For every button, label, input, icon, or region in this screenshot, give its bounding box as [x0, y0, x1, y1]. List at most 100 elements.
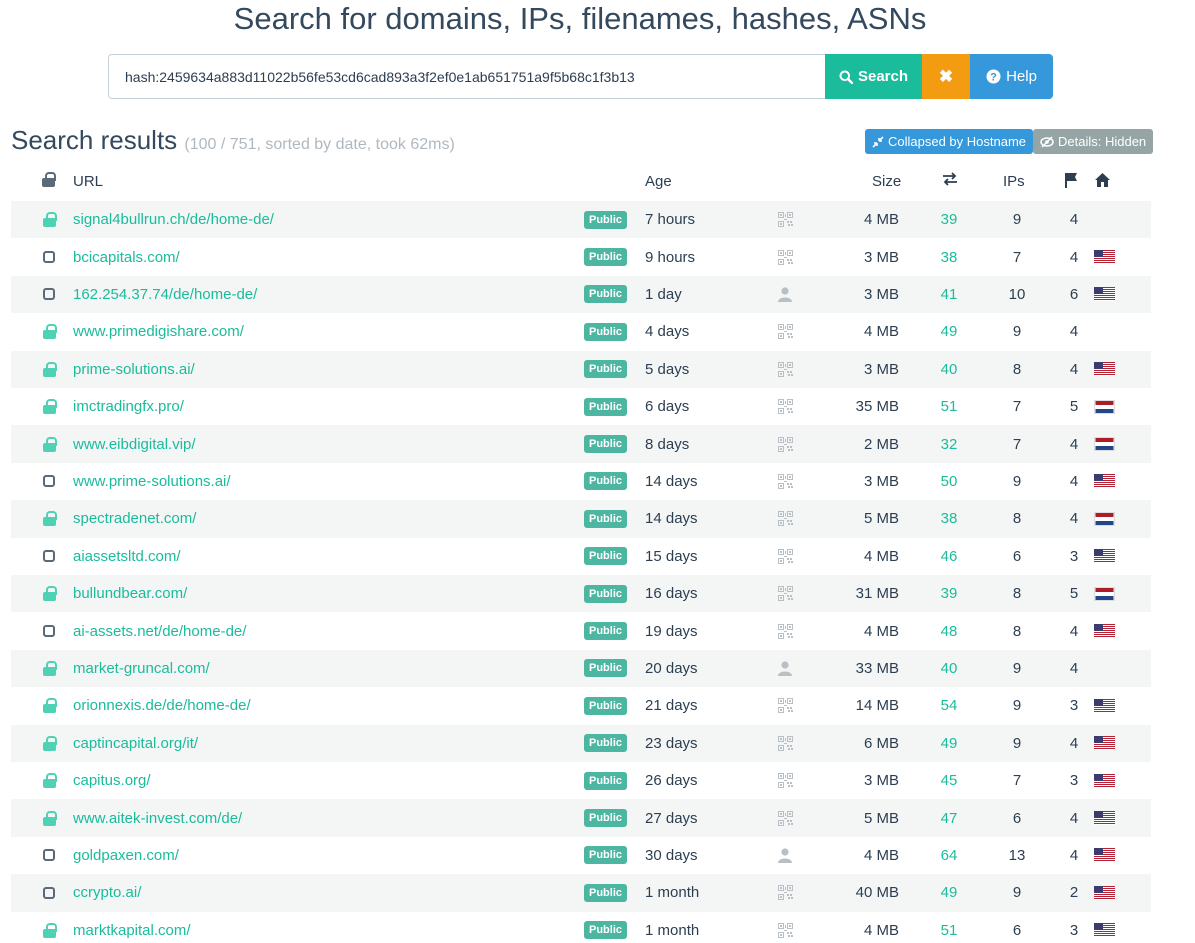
result-url-link[interactable]: goldpaxen.com/	[73, 837, 179, 874]
visibility-cell: Public	[584, 725, 628, 762]
requests-cell[interactable]: 51	[931, 912, 967, 943]
table-row[interactable]: imctradingfx.pro/Public 6 days 35 MB 51 7 5	[11, 388, 1151, 425]
table-row[interactable]: orionnexis.de/de/home-de/Public 21 days 14…	[11, 687, 1151, 724]
table-row[interactable]: www.aitek-invest.com/de/Public 27 days 5 M…	[11, 799, 1151, 837]
type-icon-cell[interactable]	[777, 201, 793, 238]
type-icon-cell[interactable]	[777, 500, 793, 537]
type-icon-cell[interactable]	[777, 650, 793, 687]
type-icon-cell[interactable]	[777, 799, 793, 836]
col-age-header[interactable]: Age	[645, 172, 672, 192]
requests-cell[interactable]: 48	[931, 612, 967, 649]
requests-cell[interactable]: 49	[931, 313, 967, 350]
requests-cell[interactable]: 39	[931, 575, 967, 612]
result-url-link[interactable]: spectradenet.com/	[73, 500, 196, 537]
table-row[interactable]: 162.254.37.74/de/home-de/Public 1 day 3 MB…	[11, 275, 1151, 314]
table-row[interactable]: prime-solutions.ai/Public 5 days 3 MB 40 8 4	[11, 350, 1151, 388]
type-icon-cell[interactable]	[777, 238, 793, 275]
lock-icon	[42, 399, 57, 415]
table-row[interactable]: www.primedigishare.com/Public 4 days 4 MB 4…	[11, 313, 1151, 350]
clear-button[interactable]: ✖	[922, 54, 970, 99]
table-row[interactable]: spectradenet.com/Public 14 days 5 MB 38 8 4	[11, 500, 1151, 538]
unlock-icon	[43, 550, 55, 563]
qrcode-icon	[777, 735, 793, 751]
requests-cell[interactable]: 49	[931, 725, 967, 762]
details-toggle-button[interactable]: Details: Hidden	[1033, 129, 1154, 154]
requests-cell[interactable]: 38	[931, 238, 967, 275]
col-url-header[interactable]: URL	[73, 172, 103, 192]
type-icon-cell[interactable]	[777, 388, 793, 425]
table-row[interactable]: market-gruncal.com/Public 20 days 33 MB 40 9…	[11, 649, 1151, 688]
requests-cell[interactable]: 64	[931, 837, 967, 874]
type-icon-cell[interactable]	[777, 874, 793, 911]
result-url-link[interactable]: signal4bullrun.ch/de/home-de/	[73, 201, 274, 238]
table-row[interactable]: ai-assets.net/de/home-de/Public 19 days 4 …	[11, 612, 1151, 649]
collapse-toggle-button[interactable]: Collapsed by Hostname	[865, 129, 1034, 154]
requests-cell[interactable]: 49	[931, 874, 967, 911]
result-url-link[interactable]: 162.254.37.74/de/home-de/	[73, 276, 257, 313]
requests-cell[interactable]: 45	[931, 762, 967, 799]
type-icon-cell[interactable]	[777, 351, 793, 388]
result-url-link[interactable]: orionnexis.de/de/home-de/	[73, 687, 251, 724]
col-size-header[interactable]: Size	[872, 172, 901, 192]
type-icon-cell[interactable]	[777, 837, 793, 874]
requests-cell[interactable]: 39	[931, 201, 967, 238]
type-icon-cell[interactable]	[777, 463, 793, 500]
requests-cell[interactable]: 47	[931, 799, 967, 836]
table-row[interactable]: bcicapitals.com/Public 9 hours 3 MB 38 7 4	[11, 238, 1151, 275]
requests-cell[interactable]: 50	[931, 463, 967, 500]
requests-cell[interactable]: 40	[931, 650, 967, 687]
requests-cell[interactable]: 40	[931, 351, 967, 388]
result-url-link[interactable]: aiassetsltd.com/	[73, 538, 181, 575]
result-url-link[interactable]: bullundbear.com/	[73, 575, 187, 612]
type-icon-cell[interactable]	[777, 276, 793, 313]
table-row[interactable]: bullundbear.com/Public 16 days 31 MB 39 8 5	[11, 575, 1151, 613]
result-url-link[interactable]: www.primedigishare.com/	[73, 313, 244, 350]
table-row[interactable]: marktkapital.com/Public 1 month 4 MB 51 6 3	[11, 912, 1151, 943]
requests-cell[interactable]: 38	[931, 500, 967, 537]
table-row[interactable]: goldpaxen.com/Public 30 days 4 MB 64 13 4	[11, 837, 1151, 874]
col-ips-header[interactable]: IPs	[1003, 172, 1025, 192]
type-icon-cell[interactable]	[777, 725, 793, 762]
result-url-link[interactable]: www.prime-solutions.ai/	[73, 463, 231, 500]
result-url-link[interactable]: capitus.org/	[73, 762, 151, 799]
results-heading: Search results (100 / 751, sorted by dat…	[11, 124, 455, 161]
type-icon-cell[interactable]	[777, 425, 793, 462]
result-url-link[interactable]: ccrypto.ai/	[73, 874, 141, 911]
requests-cell[interactable]: 41	[931, 276, 967, 313]
result-url-link[interactable]: market-gruncal.com/	[73, 650, 210, 687]
type-icon-cell[interactable]	[777, 687, 793, 724]
col-countries-header[interactable]	[1064, 172, 1078, 192]
table-row[interactable]: www.prime-solutions.ai/Public 14 days 3 MB…	[11, 463, 1151, 500]
type-icon-cell[interactable]	[777, 612, 793, 649]
age-cell: 1 day	[645, 285, 682, 303]
result-url-link[interactable]: marktkapital.com/	[73, 912, 191, 943]
table-row[interactable]: capitus.org/Public 26 days 3 MB 45 7 3	[11, 762, 1151, 799]
requests-cell[interactable]: 54	[931, 687, 967, 724]
requests-cell[interactable]: 32	[931, 425, 967, 462]
search-input[interactable]	[108, 54, 825, 99]
type-icon-cell[interactable]	[777, 575, 793, 612]
result-url-link[interactable]: imctradingfx.pro/	[73, 388, 184, 425]
table-row[interactable]: aiassetsltd.com/Public 15 days 4 MB 46 6 3	[11, 538, 1151, 575]
result-url-link[interactable]: www.eibdigital.vip/	[73, 425, 196, 462]
table-row[interactable]: signal4bullrun.ch/de/home-de/Public 7 hou…	[11, 201, 1151, 239]
table-row[interactable]: www.eibdigital.vip/Public 8 days 2 MB 32 7 4	[11, 425, 1151, 463]
requests-cell[interactable]: 46	[931, 538, 967, 575]
help-button[interactable]: ? Help	[970, 54, 1053, 99]
type-icon-cell[interactable]	[777, 762, 793, 799]
type-icon-cell[interactable]	[777, 538, 793, 575]
result-url-link[interactable]: captincapital.org/it/	[73, 725, 198, 762]
col-requests-header[interactable]	[942, 172, 958, 192]
table-row[interactable]: captincapital.org/it/Public 23 days 6 MB 49…	[11, 724, 1151, 762]
col-domain-header[interactable]	[1094, 172, 1111, 192]
type-icon-cell[interactable]	[777, 912, 793, 943]
result-url-link[interactable]: prime-solutions.ai/	[73, 351, 195, 388]
result-url-link[interactable]: www.aitek-invest.com/de/	[73, 799, 242, 836]
tls-status-cell	[40, 799, 58, 836]
table-row[interactable]: ccrypto.ai/Public 1 month 40 MB 49 9 2	[11, 874, 1151, 912]
result-url-link[interactable]: ai-assets.net/de/home-de/	[73, 612, 246, 649]
requests-cell[interactable]: 51	[931, 388, 967, 425]
type-icon-cell[interactable]	[777, 313, 793, 350]
result-url-link[interactable]: bcicapitals.com/	[73, 238, 180, 275]
search-button[interactable]: Search	[825, 54, 922, 99]
